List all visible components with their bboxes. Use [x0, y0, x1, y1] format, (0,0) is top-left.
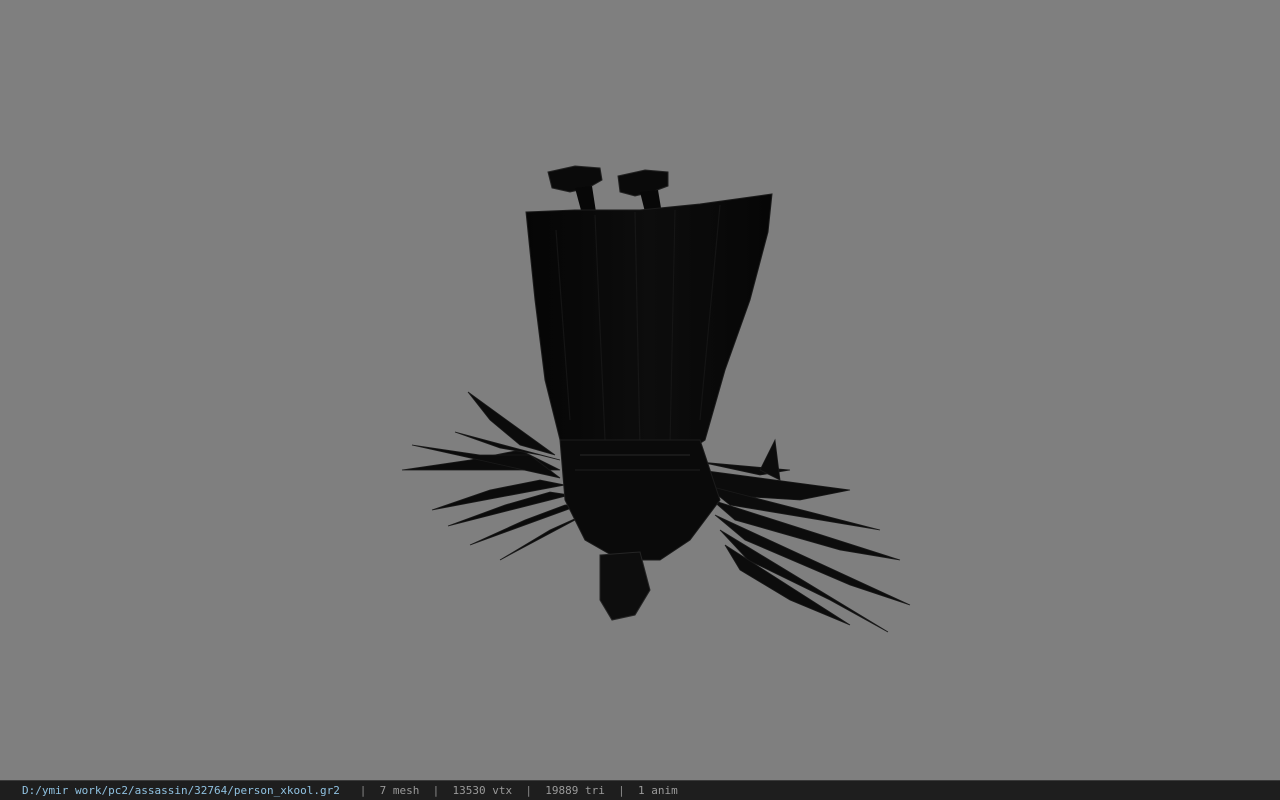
status-bar: D:/ymir work/pc2/assassin/32764/person_x…	[0, 780, 1280, 800]
model-cape	[525, 193, 773, 471]
vertex-count: 13530 vtx	[452, 784, 513, 797]
triangle-count: 19889 tri	[545, 784, 605, 797]
3d-viewport[interactable]	[0, 0, 1280, 780]
separator: |	[525, 784, 532, 797]
anim-count: 1 anim	[637, 784, 678, 797]
separator: |	[618, 784, 625, 797]
model-preview	[401, 165, 911, 633]
mesh-count: 7 mesh	[379, 784, 420, 797]
model-right-wing	[699, 438, 911, 633]
separator: |	[359, 784, 367, 797]
model-torso	[559, 439, 721, 621]
file-path: D:/ymir work/pc2/assassin/32764/person_x…	[22, 784, 340, 797]
separator: |	[432, 784, 440, 797]
